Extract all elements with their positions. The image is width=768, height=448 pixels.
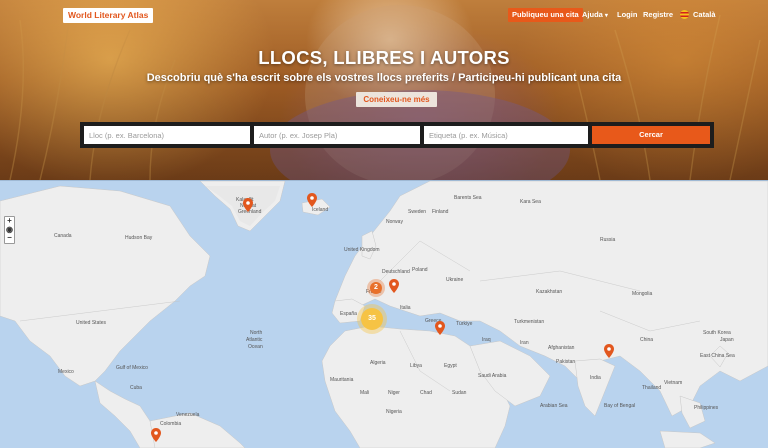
help-label: Ajuda [582, 10, 603, 19]
map-marker-greenland[interactable] [243, 198, 253, 212]
map-marker-greece[interactable] [435, 321, 445, 335]
map-label-united-states: United States [76, 320, 107, 326]
register-link[interactable]: Registre [643, 8, 673, 22]
publish-quote-button[interactable]: Publiqueu una cita [508, 8, 583, 22]
map-label-iceland: Iceland [312, 207, 328, 213]
help-menu[interactable]: Ajuda ▾ [582, 8, 608, 22]
map-cluster-small[interactable]: 2 [370, 282, 382, 294]
zoom-out-button[interactable]: − [5, 234, 14, 243]
map-marker-iceland[interactable] [307, 193, 317, 207]
search-button[interactable]: Cercar [592, 126, 710, 144]
map-label-chad: Chad [420, 390, 432, 396]
map-label-iran: Iran [520, 340, 529, 346]
map-label-barents-sea: Barents Sea [454, 195, 482, 201]
map-label-kara-sea: Kara Sea [520, 199, 541, 205]
hero-title: LLOCS, LLIBRES I AUTORS [258, 47, 510, 68]
map-label-mauritania: Mauritania [330, 377, 354, 383]
map-label-venezuela: Venezuela [176, 412, 200, 418]
map-label-united-kingdom: United Kingdom [344, 247, 380, 253]
map-label-bay-of-bengal: Bay of Bengal [604, 403, 635, 409]
map-label-niger: Niger [388, 390, 400, 396]
logo[interactable]: World Literary Atlas [63, 8, 154, 23]
map-label-sudan: Sudan [452, 390, 467, 396]
map-label-libya: Libya [410, 363, 422, 369]
map-label-mexico: Mexico [58, 369, 74, 375]
map-label-ukraine: Ukraine [446, 277, 463, 283]
map-land-layer: Kalaallit Nunaat Greenland Iceland Canad… [0, 181, 768, 448]
map-label-gulf-of-mexico: Gulf of Mexico [116, 365, 148, 371]
learn-more-button[interactable]: Coneixeu-ne més [356, 92, 437, 107]
map-label-south-korea: South Korea [703, 330, 731, 336]
map-label-russia: Russia [600, 237, 616, 243]
map-zoom-controls: + ◉ − [4, 216, 15, 244]
map-label-north-atlantic-2: Atlantic [246, 337, 263, 343]
map-label-poland: Poland [412, 267, 428, 273]
map-label-north-atlantic-1: North [250, 330, 262, 336]
map-marker-central-europe[interactable] [389, 279, 399, 293]
map-label-algeria: Algeria [370, 360, 386, 366]
map-cluster-large[interactable]: 35 [361, 308, 383, 330]
login-link[interactable]: Login [617, 8, 637, 22]
hero-subtitle: Descobriu què s'ha escrit sobre els vost… [146, 72, 622, 84]
map-label-arabian-sea: Arabian Sea [540, 403, 568, 409]
map-label-cuba: Cuba [130, 385, 142, 391]
map-label-saudi-arabia: Saudi Arabia [478, 373, 507, 379]
map-label-hudson-bay: Hudson Bay [125, 235, 153, 241]
map-label-pakistan: Pakistan [556, 359, 575, 365]
map-label-afghanistan: Afghanistan [548, 345, 575, 351]
map-marker-india[interactable] [604, 344, 614, 358]
map-label-east-china-sea: East China Sea [700, 353, 735, 359]
map-label-turkmenistan: Turkmenistan [514, 319, 544, 325]
map-label-china: China [640, 337, 653, 343]
map-label-italy: Italia [400, 305, 411, 311]
map-label-philippines: Philippines [694, 405, 719, 411]
place-input[interactable] [84, 126, 250, 144]
map-label-nigeria: Nigeria [386, 409, 402, 415]
map-label-japan: Japan [720, 337, 734, 343]
map-label-iraq: Iraq [482, 337, 491, 343]
tag-input[interactable] [424, 126, 588, 144]
chevron-down-icon: ▾ [604, 13, 608, 19]
map-label-mongolia: Mongolia [632, 291, 653, 297]
map-label-germany: Deutschland [382, 269, 410, 275]
map-label-mali: Mali [360, 390, 369, 396]
map-label-spain: España [340, 311, 357, 317]
hero-banner [0, 0, 768, 180]
map-label-sweden: Sweden [408, 209, 426, 215]
world-map[interactable]: Kalaallit Nunaat Greenland Iceland Canad… [0, 180, 768, 448]
map-label-india: India [590, 375, 601, 381]
map-label-finland: Finland [432, 209, 449, 215]
language-selector[interactable]: Català [693, 8, 716, 22]
map-label-turkey: Türkiye [456, 321, 473, 327]
map-label-north-atlantic-3: Ocean [248, 344, 263, 350]
map-label-thailand: Thailand [642, 385, 661, 391]
map-label-norway: Norway [386, 219, 403, 225]
map-label-egypt: Egypt [444, 363, 457, 369]
map-label-canada: Canada [54, 233, 72, 239]
map-label-vietnam: Vietnam [664, 380, 682, 386]
map-marker-colombia[interactable] [151, 428, 161, 442]
map-label-colombia: Colombia [160, 421, 181, 427]
map-label-kazakhstan: Kazakhstan [536, 289, 562, 295]
catalan-flag-icon [680, 10, 689, 19]
author-input[interactable] [254, 126, 420, 144]
